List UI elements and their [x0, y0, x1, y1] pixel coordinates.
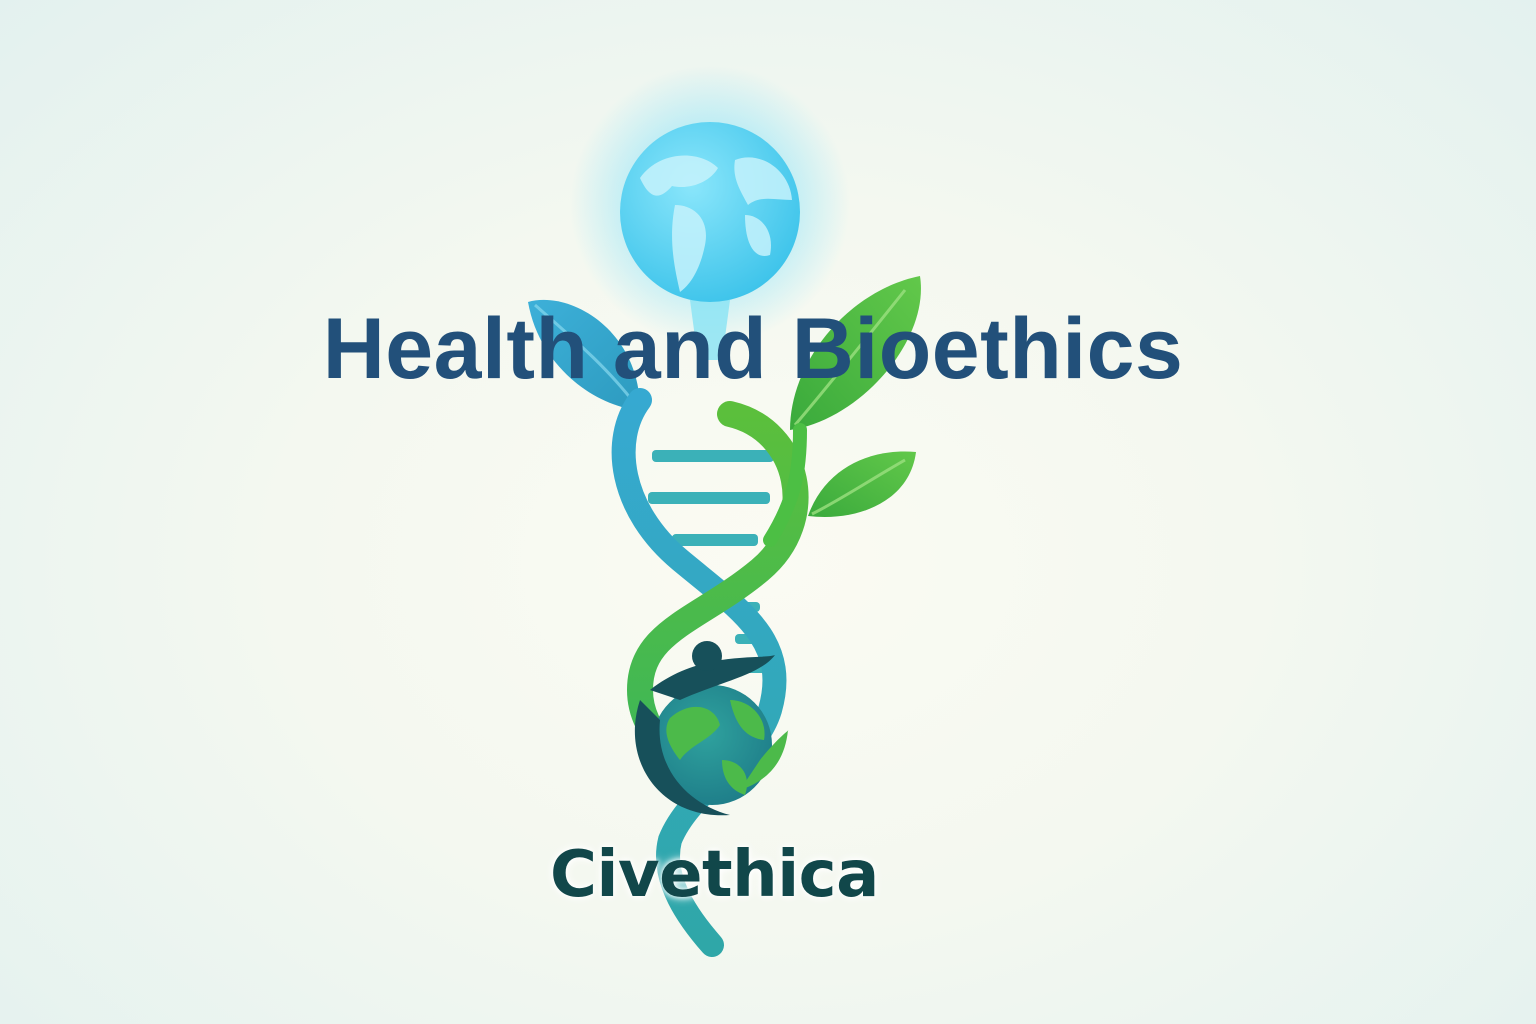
brand-name: Civethica	[550, 838, 879, 912]
artwork-canvas: Health and Bioethics Civethica	[0, 0, 1536, 1024]
page-title: Health and Bioethics	[322, 301, 1184, 397]
leaf-icon	[808, 451, 916, 517]
globe-icon	[620, 122, 800, 302]
